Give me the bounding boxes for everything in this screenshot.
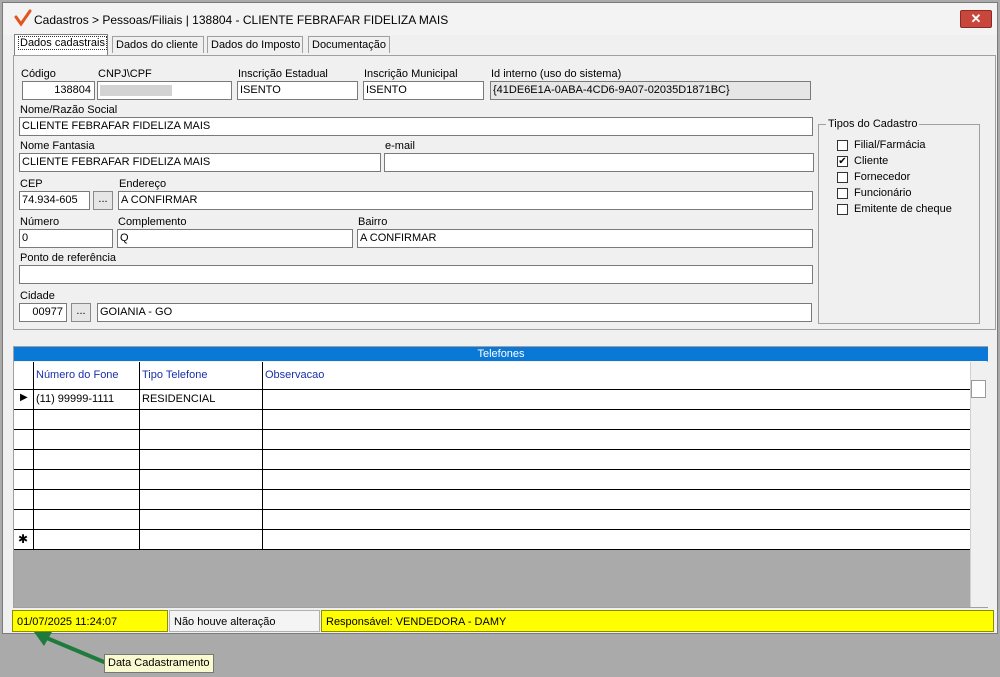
emitente-cheque-label: Emitente de cheque (854, 203, 952, 215)
bairro-label: Bairro (358, 216, 388, 228)
cidade-code-field[interactable]: 00977 (19, 303, 67, 322)
annotation-arrow-icon (34, 632, 106, 664)
ponto-referencia-label: Ponto de referência (20, 252, 117, 264)
grid-line (14, 449, 970, 450)
grid-line (14, 509, 970, 510)
grid-line (262, 362, 263, 550)
inscricao-estadual-label: Inscrição Estadual (238, 68, 328, 80)
grid-line (14, 469, 970, 470)
cidade-field[interactable]: GOIANIA - GO (97, 303, 812, 322)
grid-line (14, 549, 970, 550)
codigo-label: Código (21, 68, 56, 80)
grid-line (14, 429, 970, 430)
status-alteracao: Não houve alteração (169, 610, 320, 632)
nome-fantasia-label: Nome Fantasia (20, 140, 95, 152)
tab-documentacao[interactable]: Documentação (308, 36, 390, 53)
checkbox-fornecedor[interactable] (837, 172, 848, 183)
cnpj-blur (100, 85, 172, 96)
app-logo-icon (14, 9, 32, 27)
filial-farmacia-label: Filial/Farmácia (854, 139, 926, 151)
cep-label: CEP (20, 178, 43, 190)
telefones-empty-area (14, 550, 970, 607)
col-tipo-telefone[interactable]: Tipo Telefone (139, 362, 263, 389)
nome-fantasia-field[interactable]: CLIENTE FEBRAFAR FIDELIZA MAIS (19, 153, 381, 172)
id-interno-label: Id interno (uso do sistema) (491, 68, 622, 80)
tab-dados-cadastrais[interactable]: Dados cadastrais (14, 34, 108, 55)
complemento-field[interactable]: Q (117, 229, 353, 248)
inscricao-estadual-field[interactable]: ISENTO (237, 81, 358, 100)
new-row-indicator-icon: ✱ (18, 532, 29, 546)
close-button[interactable]: ✕ (960, 10, 992, 28)
numero-field[interactable]: 0 (19, 229, 113, 248)
telefones-title: Telefones (14, 347, 988, 361)
grid-line (14, 409, 970, 410)
checkbox-cliente[interactable]: ✔ (837, 156, 848, 167)
grid-scrollbar[interactable] (970, 362, 988, 607)
col-observacao[interactable]: Observacao (262, 362, 462, 389)
cliente-label: Cliente (854, 155, 889, 167)
tab-label: Dados cadastrais (18, 36, 107, 50)
table-cell-numero[interactable]: (11) 99999-1111 (33, 389, 114, 409)
tooltip-data-cadastramento: Data Cadastramento (104, 654, 214, 673)
cnpj-label: CNPJ\CPF (98, 68, 152, 80)
nome-razao-label: Nome/Razão Social (20, 104, 118, 116)
inscricao-municipal-label: Inscrição Municipal (364, 68, 458, 80)
grid-line (14, 529, 970, 530)
endereco-label: Endereço (119, 178, 167, 190)
endereco-field[interactable]: A CONFIRMAR (118, 191, 813, 210)
inscricao-municipal-field[interactable]: ISENTO (363, 81, 484, 100)
ponto-referencia-field[interactable] (19, 265, 813, 284)
cidade-lookup-button[interactable]: ... (71, 303, 91, 322)
email-field[interactable] (384, 153, 814, 172)
window-title: Cadastros > Pessoas/Filiais | 138804 - C… (34, 13, 449, 27)
codigo-field[interactable]: 138804 (22, 81, 95, 100)
table-cell-tipo[interactable]: RESIDENCIAL (139, 389, 215, 409)
funcionario-label: Funcionário (854, 187, 912, 199)
checkbox-emitente-cheque[interactable] (837, 204, 848, 215)
tipos-cadastro-title: Tipos do Cadastro (826, 118, 920, 130)
cep-field[interactable]: 74.934-605 (19, 191, 90, 210)
numero-label: Número (20, 216, 60, 228)
nome-razao-field[interactable]: CLIENTE FEBRAFAR FIDELIZA MAIS (19, 117, 813, 136)
cep-lookup-button[interactable]: ... (93, 191, 113, 210)
tab-dados-do-cliente[interactable]: Dados do cliente (112, 36, 204, 53)
id-interno-field: {41DE6E1A-0ABA-4CD6-9A07-02035D1871BC} (490, 81, 811, 100)
status-responsavel: Responsável: VENDEDORA - DAMY (321, 610, 994, 632)
tipos-cadastro-group (818, 124, 980, 324)
fornecedor-label: Fornecedor (854, 171, 911, 183)
complemento-label: Complemento (118, 216, 187, 228)
checkbox-funcionario[interactable] (837, 188, 848, 199)
checkbox-filial-farmacia[interactable] (837, 140, 848, 151)
tab-dados-do-imposto[interactable]: Dados do Imposto (207, 36, 303, 53)
current-row-indicator-icon: ▶ (20, 392, 28, 403)
grid-scrollbar-thumb[interactable] (971, 380, 986, 398)
grid-line (14, 489, 970, 490)
email-label: e-mail (385, 140, 415, 152)
col-numero-fone[interactable]: Número do Fone (33, 362, 140, 389)
cidade-label: Cidade (20, 290, 55, 302)
bairro-field[interactable]: A CONFIRMAR (357, 229, 813, 248)
